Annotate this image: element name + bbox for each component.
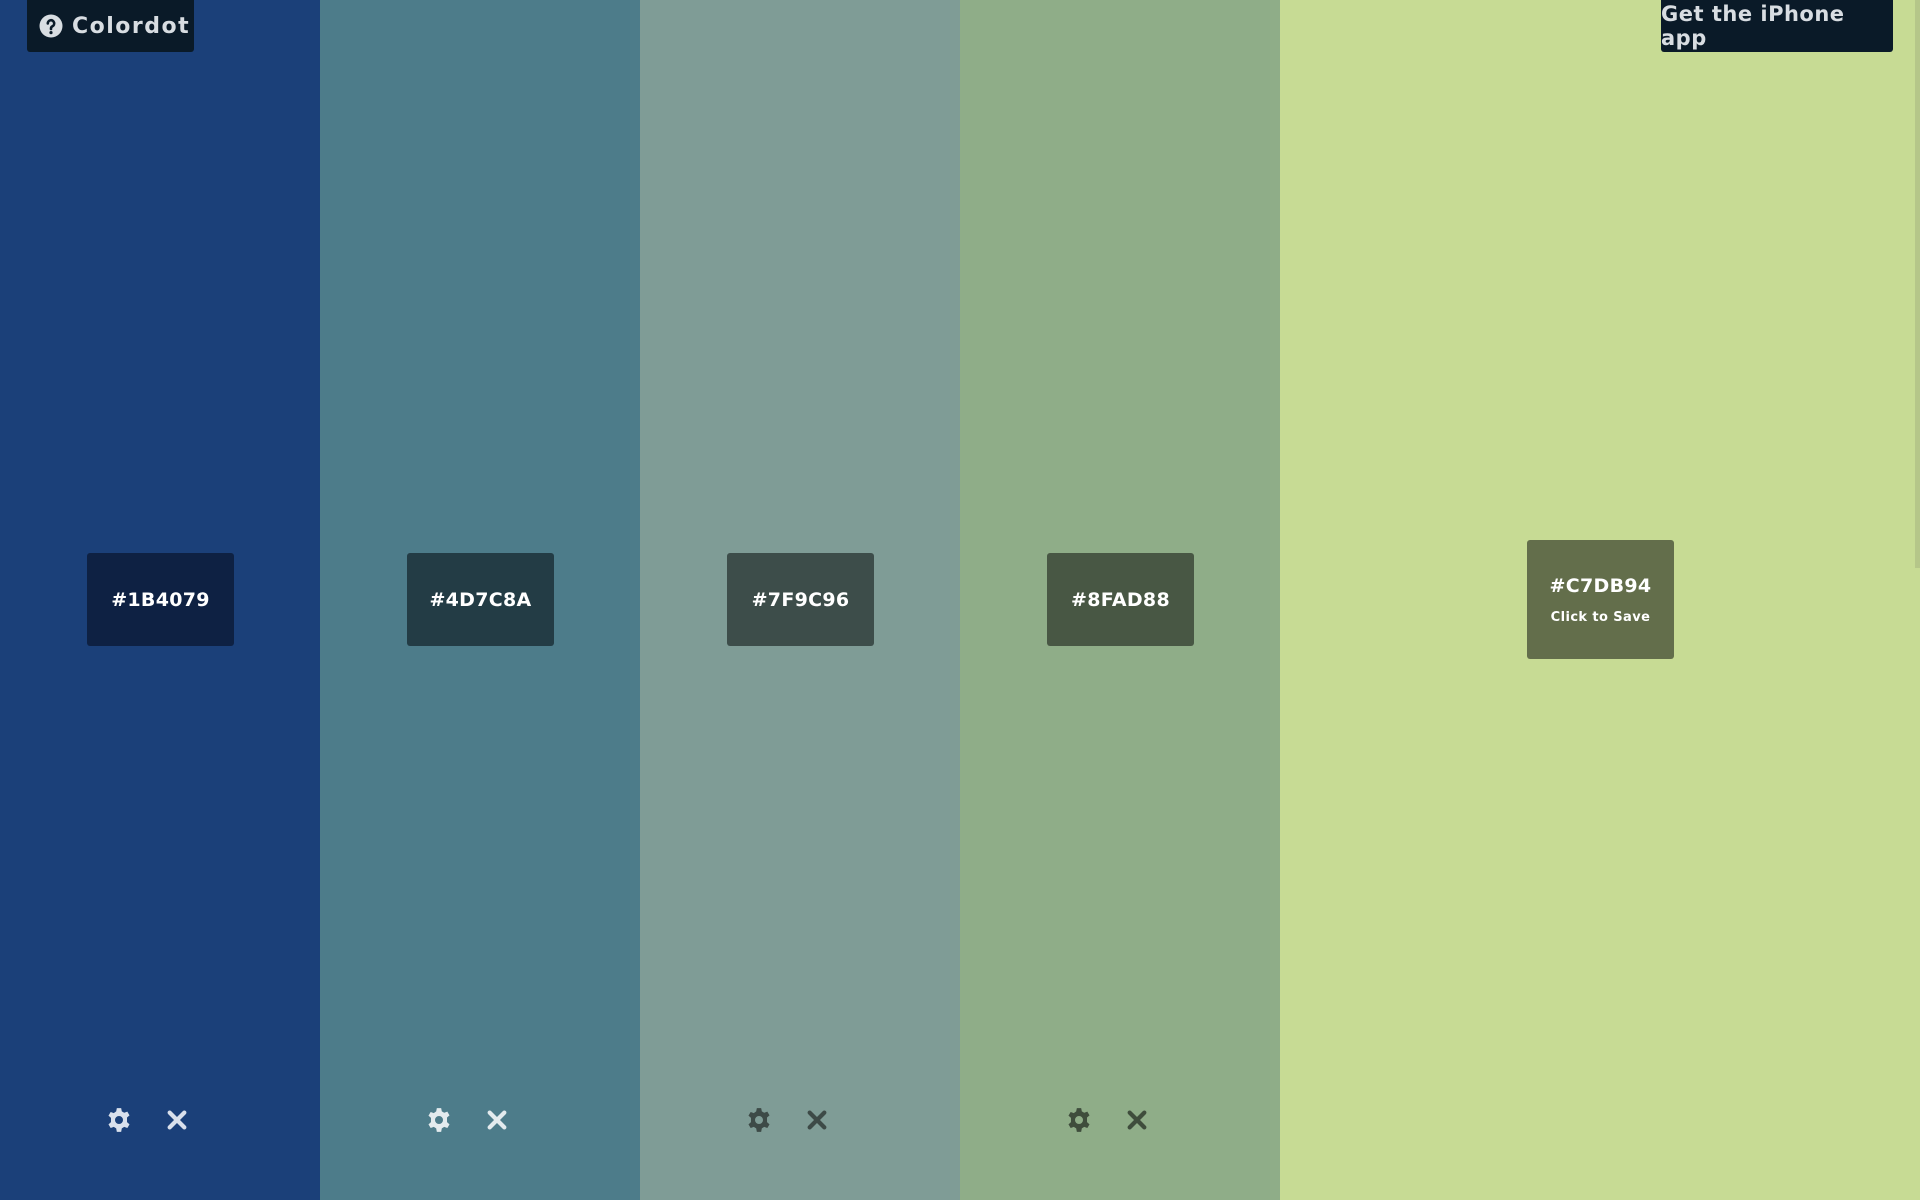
color-swatch-1[interactable]: #1B4079	[87, 553, 234, 646]
color-column-active[interactable]: #C7DB94 Click to Save	[1280, 0, 1920, 1200]
color-swatch-3[interactable]: #7F9C96	[727, 553, 874, 646]
color-column-4[interactable]: #8FAD88	[960, 0, 1280, 1200]
hex-code-label: #8FAD88	[1071, 588, 1170, 611]
color-column-2[interactable]: #4D7C8A	[320, 0, 640, 1200]
colordot-app: #1B4079 #4D7C8A #7F9C96 #8FAD88 #C7DB94 …	[0, 0, 1920, 1200]
close-icon[interactable]	[161, 1104, 193, 1136]
gear-icon[interactable]	[743, 1104, 775, 1136]
gear-icon[interactable]	[1063, 1104, 1095, 1136]
brand-name: Colordot	[72, 13, 191, 39]
get-iphone-app-button[interactable]: Get the iPhone app	[1661, 0, 1893, 52]
color-swatch-4[interactable]: #8FAD88	[1047, 553, 1194, 646]
hex-code-label: #C7DB94	[1549, 574, 1652, 597]
scrollbar-thumb[interactable]	[1915, 0, 1920, 568]
close-icon[interactable]	[801, 1104, 833, 1136]
hex-code-label: #1B4079	[111, 588, 210, 611]
color-swatch-save[interactable]: #C7DB94 Click to Save	[1527, 540, 1674, 659]
color-column-1[interactable]: #1B4079	[0, 0, 320, 1200]
close-icon[interactable]	[1121, 1104, 1153, 1136]
colordot-brand-button[interactable]: Colordot	[27, 0, 194, 52]
column-controls-3	[743, 1104, 863, 1136]
gear-icon[interactable]	[103, 1104, 135, 1136]
hex-code-label: #4D7C8A	[429, 588, 532, 611]
color-columns: #1B4079 #4D7C8A #7F9C96 #8FAD88 #C7DB94 …	[0, 0, 1920, 1200]
color-swatch-2[interactable]: #4D7C8A	[407, 553, 554, 646]
hex-code-label: #7F9C96	[751, 588, 850, 611]
column-controls-4	[1063, 1104, 1183, 1136]
column-controls-2	[423, 1104, 543, 1136]
click-to-save-label: Click to Save	[1550, 609, 1651, 625]
color-column-3[interactable]: #7F9C96	[640, 0, 960, 1200]
question-circle-icon	[39, 14, 63, 38]
gear-icon[interactable]	[423, 1104, 455, 1136]
column-controls-1	[103, 1104, 223, 1136]
close-icon[interactable]	[481, 1104, 513, 1136]
